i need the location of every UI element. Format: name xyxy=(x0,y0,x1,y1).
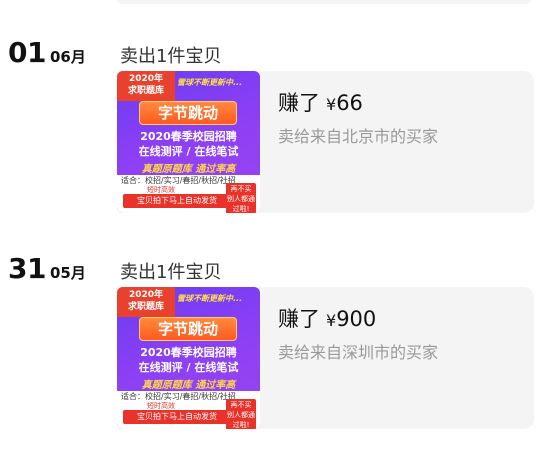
buyer-location: 卖给来自北京市的买家 xyxy=(278,127,439,146)
sale-title: 卖出1件宝贝 xyxy=(120,262,222,283)
product-thumbnail[interactable]: 2020年 求职题库 雪球不断更新中... 字节跳动 2020春季校园招聘 在线… xyxy=(117,287,260,429)
thumbnail-company: 字节跳动 xyxy=(139,101,237,125)
thumbnail-red-bar: 宝贝拍下马上自动发货 xyxy=(123,194,231,208)
thumbnail-line1: 2020春季校园招聘 xyxy=(140,130,237,143)
thumbnail-fit: 适合：校招/实习/春招/秋招/社招 xyxy=(121,392,236,401)
product-thumbnail[interactable]: 2020年 求职题库 雪球不断更新中... 字节跳动 2020春季校园招聘 在线… xyxy=(117,71,260,213)
thumbnail-slogan: 雪球不断更新中... xyxy=(177,78,243,87)
thumbnail-refund-badge: 再不买 别人都通过啦! xyxy=(226,399,256,429)
sale-day: 01 xyxy=(8,36,46,69)
thumbnail-fit: 适合：校招/实习/春招/秋招/社招 xyxy=(121,176,236,185)
sale-card[interactable]: 2020年 求职题库 雪球不断更新中... 字节跳动 2020春季校园招聘 在线… xyxy=(117,287,534,429)
thumbnail-corner-year: 2020年 xyxy=(128,290,164,300)
thumbnail-corner-year: 2020年 xyxy=(128,74,164,84)
thumbnail-company: 字节跳动 xyxy=(139,317,237,341)
thumbnail-line1: 2020春季校园招聘 xyxy=(140,346,237,359)
sale-month: 06月 xyxy=(49,48,86,66)
currency-symbol: ¥ xyxy=(326,311,337,330)
sale-date: 01 06月 xyxy=(8,36,86,69)
sale-date: 31 05月 xyxy=(8,252,86,285)
amount-value: 900 xyxy=(336,307,377,331)
thumbnail-line2: 在线测评 / 在线笔试 xyxy=(138,145,239,158)
thumbnail-line2: 在线测评 / 在线笔试 xyxy=(138,361,239,374)
earn-label: 赚了 xyxy=(278,307,320,331)
sale-day: 31 xyxy=(8,252,46,285)
sale-month: 05月 xyxy=(49,264,86,282)
earn-label: 赚了 xyxy=(278,91,320,115)
thumbnail-red-bar: 宝贝拍下马上自动发货 xyxy=(123,410,231,424)
buyer-location: 卖给来自深圳市的买家 xyxy=(278,343,439,362)
thumbnail-corner-text: 求职题库 xyxy=(127,86,164,96)
sale-title: 卖出1件宝贝 xyxy=(120,46,222,67)
earned-amount: 赚了 ¥66 xyxy=(278,87,363,117)
thumbnail-corner-badge: 2020年 求职题库 xyxy=(117,71,175,101)
thumbnail-tags: 真题原题库 通过率高 xyxy=(141,164,236,175)
thumbnail-slogan: 雪球不断更新中... xyxy=(177,294,243,303)
amount-value: 66 xyxy=(336,91,363,115)
currency-symbol: ¥ xyxy=(326,95,337,114)
previous-sale-card-edge xyxy=(115,0,533,4)
earned-amount: 赚了 ¥900 xyxy=(278,303,376,333)
sale-card[interactable]: 2020年 求职题库 雪球不断更新中... 字节跳动 2020春季校园招聘 在线… xyxy=(117,71,534,213)
thumbnail-corner-text: 求职题库 xyxy=(127,302,164,312)
thumbnail-corner-badge: 2020年 求职题库 xyxy=(117,287,175,317)
thumbnail-tags: 真题原题库 通过率高 xyxy=(141,380,236,391)
thumbnail-refund-badge: 再不买 别人都通过啦! xyxy=(226,183,256,213)
